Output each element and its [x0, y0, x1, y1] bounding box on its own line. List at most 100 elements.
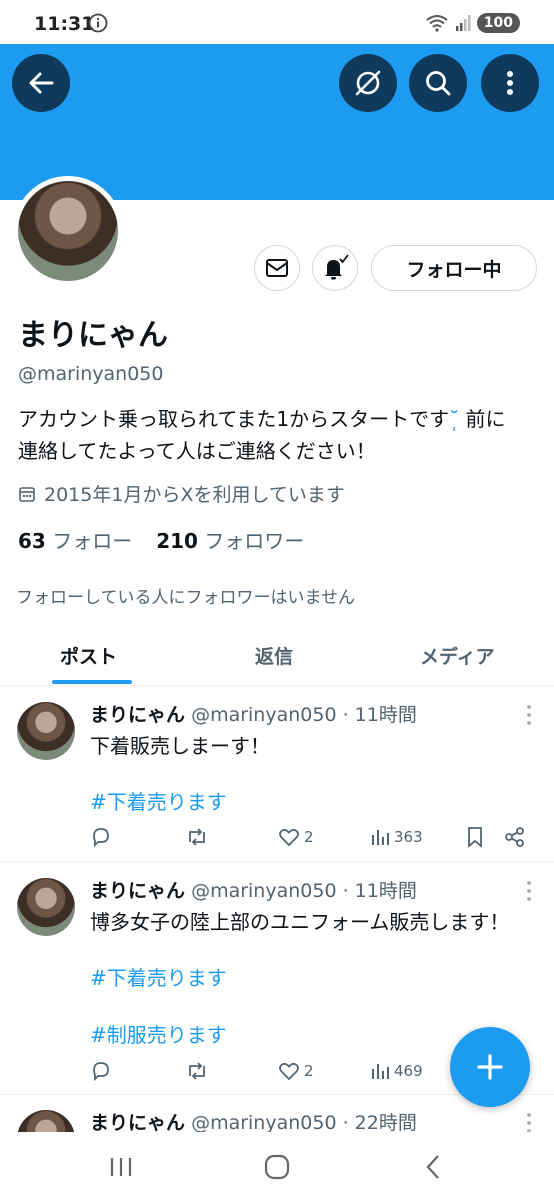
- views-button[interactable]: 363: [370, 823, 423, 851]
- notifications-button[interactable]: [312, 245, 358, 291]
- status-time: 11:31: [34, 13, 95, 35]
- compose-post-button[interactable]: [450, 1027, 530, 1107]
- tab-posts[interactable]: ポスト: [60, 642, 117, 669]
- repost-icon: [189, 1062, 205, 1080]
- like-count: 2: [304, 1062, 314, 1080]
- chevron-left-icon: [426, 1155, 439, 1179]
- recent-apps-button[interactable]: [106, 1152, 136, 1182]
- repost-icon: [189, 828, 205, 846]
- joined-text: 2015年1月からXを利用しています: [44, 484, 345, 506]
- profile-avatar[interactable]: [13, 176, 123, 286]
- post-text: 下着販売しまーす！: [90, 734, 270, 758]
- grok-icon: [355, 70, 381, 96]
- mail-icon: [266, 259, 288, 277]
- more-vertical-icon: [507, 71, 513, 95]
- post-more-icon[interactable]: [526, 704, 532, 726]
- following-count: 63: [18, 529, 46, 553]
- status-indicators: 100: [425, 12, 520, 34]
- post-hashtag[interactable]: #制服売ります: [90, 1019, 227, 1048]
- post-author-name: まりにゃん: [90, 704, 186, 726]
- info-icon: [88, 13, 108, 33]
- battery-indicator: 100: [476, 13, 520, 33]
- joined-date: 2015年1月からXを利用しています: [18, 480, 345, 507]
- home-button[interactable]: [262, 1152, 292, 1182]
- bookmark-button[interactable]: [465, 823, 485, 851]
- search-button[interactable]: [409, 54, 467, 112]
- reply-button[interactable]: [90, 1057, 112, 1085]
- post-meta: @marinyan050 · 11時間: [191, 704, 417, 726]
- post-header: まりにゃん @marinyan050 · 11時間: [90, 700, 417, 727]
- search-icon: [426, 71, 451, 96]
- profile-banner: [0, 44, 554, 200]
- profile-tabs: ポスト 返信 メディア: [0, 628, 554, 686]
- wifi-icon: [426, 15, 448, 32]
- profile-handle: @marinyan050: [18, 363, 164, 385]
- share-icon: [505, 827, 524, 847]
- calendar-icon: [19, 486, 35, 502]
- share-button[interactable]: [504, 823, 526, 851]
- following-link[interactable]: 63 フォロー: [18, 525, 132, 554]
- profile-bio: アカウント乗っ取られてまた1からスタートです˘̩̩ 前に 連絡してたよって人はご…: [18, 403, 543, 467]
- bookmark-icon: [468, 827, 482, 848]
- post-hashtag[interactable]: #下着売ります: [90, 962, 227, 991]
- more-options-button[interactable]: [481, 54, 539, 112]
- views-chart-icon: [372, 830, 389, 845]
- reply-icon: [93, 828, 109, 848]
- status-bar: 11:31 100: [0, 0, 554, 44]
- following-button[interactable]: フォロー中: [371, 245, 537, 291]
- post-hashtag[interactable]: #下着売ります: [90, 786, 227, 815]
- bio-line1-end: 前に: [459, 407, 506, 431]
- post-actions: 2 363: [90, 823, 530, 851]
- no-mutual-followers: フォローしている人にフォロワーはいません: [16, 588, 355, 608]
- home-icon: [264, 1154, 290, 1180]
- plus-icon: [477, 1054, 503, 1080]
- reply-icon: [93, 1062, 109, 1082]
- bio-line2: 連絡してたよって人はご連絡ください！: [18, 439, 376, 463]
- bio-emoji: ˘̩̩: [449, 407, 460, 431]
- follow-counts: 63 フォロー 210 フォロワー: [18, 525, 304, 554]
- post-author-name: まりにゃん: [90, 880, 186, 902]
- post-avatar[interactable]: [17, 702, 75, 760]
- repost-button[interactable]: [185, 823, 209, 851]
- post-header: まりにゃん @marinyan050 · 22時間: [90, 1108, 417, 1132]
- system-nav-bar: [0, 1132, 554, 1200]
- post-avatar[interactable]: [17, 878, 75, 936]
- followers-link[interactable]: 210 フォロワー: [156, 525, 304, 554]
- post-header: まりにゃん @marinyan050 · 11時間: [90, 876, 417, 903]
- followers-count: 210: [156, 529, 198, 553]
- followers-label: フォロワー: [204, 529, 305, 553]
- heart-icon: [279, 1062, 299, 1081]
- post-more-icon[interactable]: [526, 1112, 532, 1132]
- post-meta: @marinyan050 · 11時間: [191, 880, 417, 902]
- like-count: 2: [304, 828, 314, 846]
- like-button[interactable]: 2: [278, 823, 314, 851]
- post-author-name: まりにゃん: [90, 1112, 186, 1132]
- post-avatar[interactable]: [17, 1110, 75, 1132]
- repost-button[interactable]: [185, 1057, 209, 1085]
- grok-button[interactable]: [339, 54, 397, 112]
- recent-apps-icon: [110, 1158, 132, 1176]
- views-count: 469: [394, 1062, 423, 1080]
- following-label: フォロー: [52, 529, 133, 553]
- back-button[interactable]: [12, 54, 70, 112]
- post-item[interactable]: まりにゃん @marinyan050 · 11時間 下着販売しまーす！ #下着売…: [0, 687, 554, 862]
- post-text: 博多女子の陸上部のユニフォーム販売します！: [90, 910, 510, 934]
- signal-icon: [455, 15, 471, 31]
- tab-media[interactable]: メディア: [420, 642, 495, 669]
- views-button[interactable]: 469: [370, 1057, 423, 1085]
- message-button[interactable]: [254, 245, 300, 291]
- reply-button[interactable]: [90, 823, 112, 851]
- profile-name: まりにゃん: [18, 318, 168, 353]
- post-more-icon[interactable]: [526, 880, 532, 902]
- avatar-photo: [18, 181, 118, 281]
- system-back-button[interactable]: [418, 1152, 448, 1182]
- active-tab-indicator: [52, 680, 132, 684]
- views-chart-icon: [372, 1064, 389, 1079]
- bell-check-icon: [325, 254, 349, 280]
- heart-icon: [279, 828, 299, 847]
- bio-line1: アカウント乗っ取られてまた1からスタートです: [18, 407, 450, 431]
- tab-replies[interactable]: 返信: [255, 642, 293, 669]
- like-button[interactable]: 2: [278, 1057, 314, 1085]
- post-meta: @marinyan050 · 22時間: [191, 1112, 417, 1132]
- back-arrow-icon: [29, 72, 54, 94]
